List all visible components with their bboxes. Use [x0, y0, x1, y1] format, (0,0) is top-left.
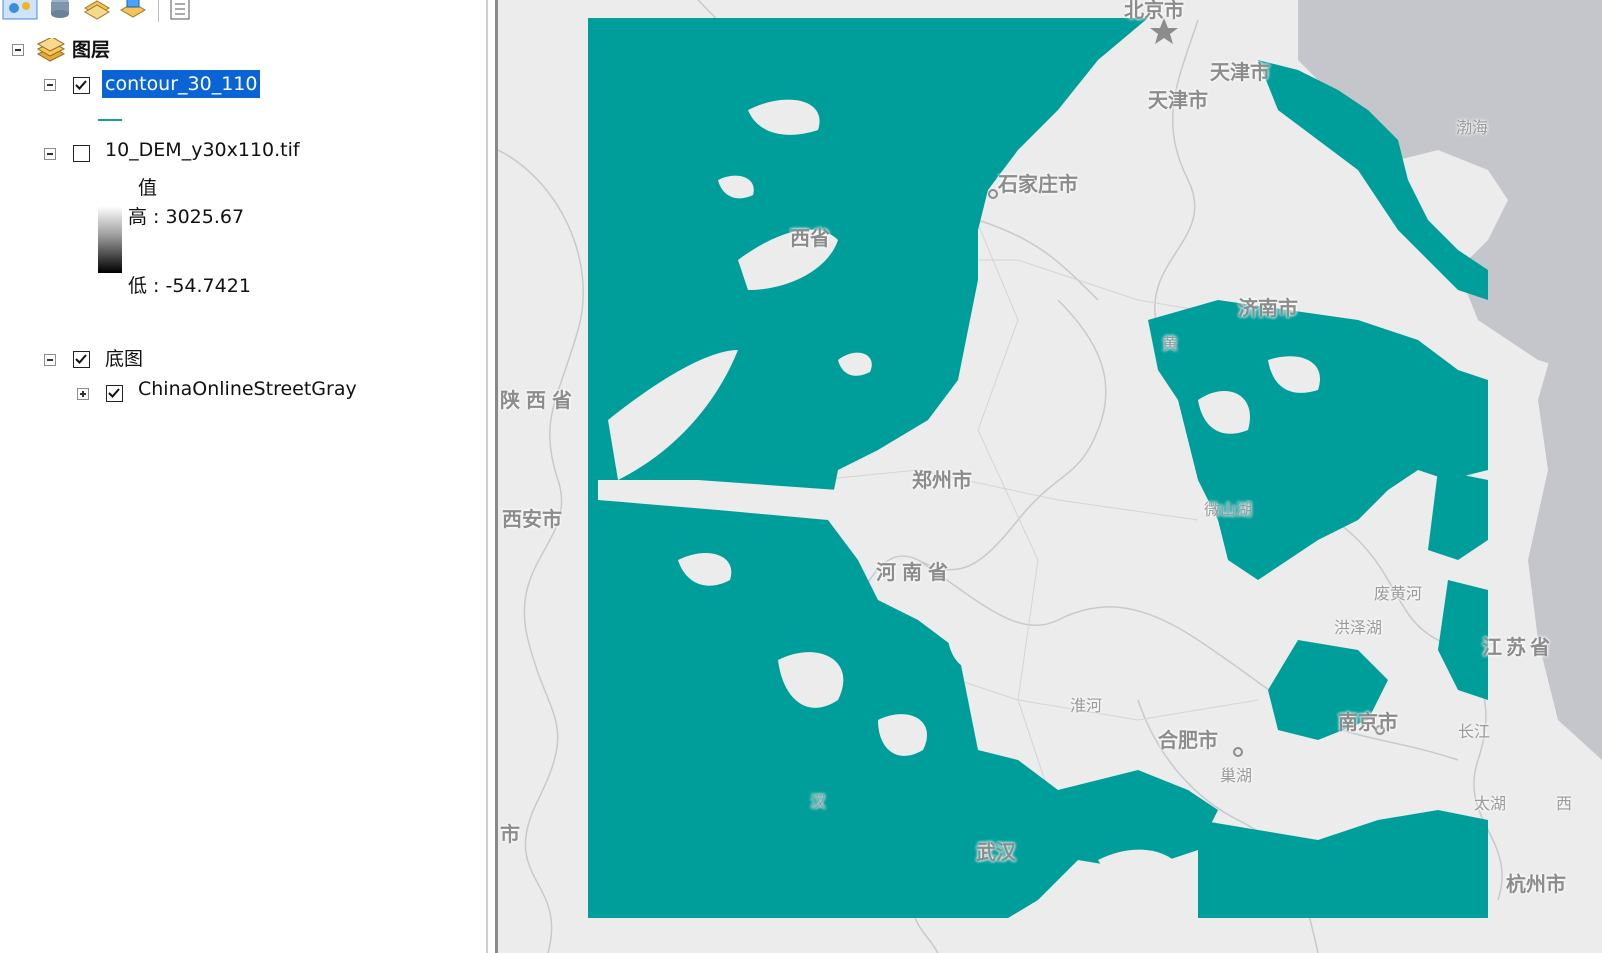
list-by-drawing-order-icon[interactable]: [2, 0, 38, 22]
dem-legend-low: 低 : -54.7421: [128, 275, 251, 297]
map-label-weishan-lake: 微山湖: [1204, 500, 1253, 519]
map-label-chaohu: 巢湖: [1220, 766, 1253, 785]
map-label-jinan: 济南市: [1238, 296, 1298, 320]
toolbar-separator: [158, 0, 159, 22]
list-by-selection-icon[interactable]: [118, 0, 150, 22]
basemap-group-label[interactable]: 底图: [105, 344, 143, 371]
map-label-jiangsu: 江苏省: [1482, 635, 1554, 659]
options-icon[interactable]: [168, 0, 194, 22]
map-label-hefei: 合肥市: [1158, 728, 1218, 752]
map-label-huang-fragment: 黄: [1162, 334, 1179, 353]
map-label-feihuanghe: 废黄河: [1374, 584, 1423, 603]
basemap-group-checkbox[interactable]: [73, 351, 90, 368]
map-canvas: [498, 0, 1602, 953]
map-label-huaihe: 淮河: [1070, 696, 1103, 715]
yellow-sea: [1528, 320, 1602, 760]
list-by-visibility-icon[interactable]: [82, 0, 112, 22]
shijiazhuang-marker: [988, 189, 998, 199]
map-label-changjiang-fragment: 长江: [1458, 722, 1491, 741]
dem-legend-high: 高 : 3025.67: [128, 206, 245, 228]
dem-visibility-checkbox[interactable]: [73, 145, 90, 162]
map-label-han-fragment: 汉: [810, 792, 827, 811]
map-label-bohai: 渤海: [1456, 118, 1489, 137]
map-label-tianjin-2: 天津市: [1148, 88, 1208, 112]
list-by-source-icon[interactable]: [46, 0, 74, 22]
streetgray-visibility-checkbox[interactable]: [106, 385, 123, 402]
contour-layer-label[interactable]: contour_30_110: [102, 70, 261, 98]
dem-layer-label[interactable]: 10_DEM_y30x110.tif: [105, 139, 300, 161]
layer-tree: 图层 contour_30_110 10_DEM_y30x110.tif 值 高…: [0, 28, 495, 953]
map-label-henan: 河南省: [876, 560, 954, 584]
map-label-hongze-lake: 洪泽湖: [1334, 618, 1383, 637]
dem-legend-title: 值: [138, 177, 158, 199]
layers-group-icon: [36, 36, 66, 67]
map-view[interactable]: 北京市 天津市 天津市 渤海 石家庄市 西省 济南市 黄 陕西省 郑州市 西安市…: [498, 0, 1602, 953]
dem-color-ramp: [98, 206, 122, 273]
collapse-basemap-toggle[interactable]: [44, 354, 56, 366]
expand-streetgray-toggle[interactable]: [77, 388, 89, 400]
map-label-shijiazhuang: 石家庄市: [998, 172, 1078, 196]
collapse-contour-toggle[interactable]: [44, 79, 56, 91]
toc-scrollbar-edge: [486, 0, 488, 953]
map-label-xi-fragment: 西: [1556, 794, 1573, 813]
layers-group-label[interactable]: 图层: [72, 35, 110, 62]
map-label-xian: 西安市: [502, 507, 562, 531]
map-label-hangzhou: 杭州市: [1506, 872, 1566, 896]
contour-visibility-checkbox[interactable]: [73, 77, 90, 94]
table-of-contents-panel: 图层 contour_30_110 10_DEM_y30x110.tif 值 高…: [0, 0, 495, 953]
collapse-layers-toggle[interactable]: [12, 44, 24, 56]
map-label-shaanxi: 陕西省: [500, 388, 578, 412]
map-label-taihu: 太湖: [1474, 794, 1507, 813]
contour-line-symbol: [98, 119, 122, 121]
map-label-shi-fragment: 市: [500, 822, 524, 846]
toc-toolbar: [0, 0, 495, 26]
collapse-dem-toggle[interactable]: [44, 148, 56, 160]
map-label-nanjing: 南京市: [1338, 710, 1398, 734]
map-label-zhengzhou: 郑州市: [912, 468, 972, 492]
map-label-beijing: 北京市: [1124, 0, 1184, 22]
map-label-shanxi-fragment: 西省: [790, 226, 830, 250]
streetgray-layer-label[interactable]: ChinaOnlineStreetGray: [138, 378, 357, 400]
map-label-tianjin-1: 天津市: [1210, 60, 1270, 84]
contour-overlay: [588, 18, 1488, 918]
hefei-marker: [1233, 747, 1243, 757]
map-label-wuhan: 武汉: [976, 840, 1016, 864]
